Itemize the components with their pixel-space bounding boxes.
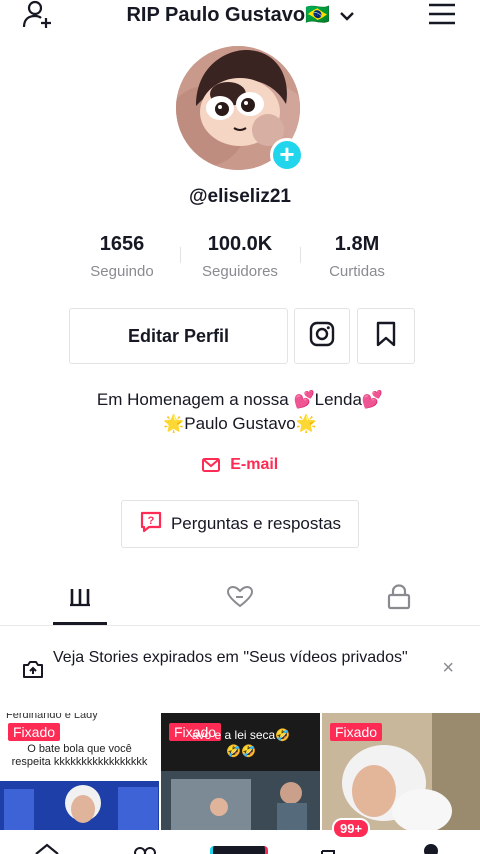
close-icon[interactable]: ×: [442, 657, 454, 680]
profile-avatar[interactable]: +: [176, 46, 304, 172]
bottom-navigation: 99+: [0, 818, 480, 854]
video-grid: Ferdinando e Lady Fixado O bate bola que…: [0, 713, 480, 831]
pinned-badge: Fixado: [330, 723, 383, 741]
stat-following[interactable]: 1656 Seguindo: [62, 233, 182, 280]
expired-stories-banner[interactable]: Veja Stories expirados em "Seus vídeos p…: [0, 627, 480, 711]
mail-icon: [201, 456, 230, 473]
banner-text: Veja Stories expirados em "Seus vídeos p…: [53, 649, 408, 666]
video-caption: avo e a lei seca🤣🤣🤣: [191, 728, 291, 758]
email-label: E-mail: [230, 456, 279, 473]
home-icon[interactable]: [34, 842, 60, 854]
stat-followers-value: 100.0K: [207, 233, 273, 255]
tab-videos[interactable]: [50, 574, 110, 624]
bio-line: Em Homenagem a nossa 💕Lenda💕: [96, 390, 384, 409]
stat-following-label: Seguindo: [90, 263, 154, 280]
page-title: RIP Paulo Gustavo🇧🇷: [126, 4, 330, 26]
email-link[interactable]: E-mail: [0, 456, 480, 474]
stat-likes[interactable]: 1.8M Curtidas: [297, 233, 417, 280]
top-bar: RIP Paulo Gustavo🇧🇷: [0, 0, 480, 30]
camera-upload-icon: [22, 659, 44, 684]
liked-heart-icon: [226, 585, 254, 614]
stat-likes-value: 1.8M: [334, 233, 380, 255]
inbox-badge: 99+: [332, 818, 371, 839]
grid-icon: [69, 587, 91, 612]
stat-followers[interactable]: 100.0K Seguidores: [180, 233, 300, 280]
inbox-icon[interactable]: [320, 846, 336, 854]
instagram-button[interactable]: [294, 308, 350, 364]
stat-followers-label: Seguidores: [202, 263, 278, 280]
hamburger-menu-icon[interactable]: [428, 3, 456, 25]
add-avatar-button[interactable]: +: [270, 138, 304, 172]
video-thumbnail[interactable]: Ferdinando e Lady Fixado O bate bola que…: [0, 713, 159, 831]
bookmark-icon: [375, 321, 397, 352]
tab-liked[interactable]: [210, 574, 270, 624]
instagram-icon: [309, 321, 335, 352]
bio-line: 🌟Paulo Gustavo🌟: [163, 414, 317, 433]
video-thumbnail[interactable]: Fixado: [322, 713, 480, 831]
qa-label: Perguntas e respostas: [170, 514, 342, 533]
favorites-button[interactable]: [357, 308, 415, 364]
friends-icon[interactable]: [130, 844, 160, 854]
video-top-caption: Ferdinando e Lady: [6, 713, 98, 721]
username: @eliseliz21: [189, 186, 291, 207]
video-thumbnail[interactable]: Fixado avo e a lei seca🤣🤣🤣: [161, 713, 320, 831]
account-switcher[interactable]: RIP Paulo Gustavo🇧🇷: [0, 2, 480, 27]
qa-button[interactable]: ? Perguntas e respostas: [121, 500, 359, 548]
video-caption: O bate bola que você respeita kkkkkkkkkk…: [11, 743, 148, 768]
stat-following-value: 1656: [99, 233, 145, 255]
lock-icon: [387, 583, 411, 615]
pinned-badge: Fixado: [8, 723, 61, 741]
profile-stats: 1656 Seguindo 100.0K Seguidores 1.8M Cur…: [0, 233, 480, 293]
profile-bio: Em Homenagem a nossa 💕Lenda💕 🌟Paulo Gust…: [0, 388, 480, 436]
profile-icon[interactable]: [424, 844, 438, 854]
question-icon: ?: [139, 510, 171, 539]
edit-profile-button[interactable]: Editar Perfil: [69, 308, 288, 364]
stat-likes-label: Curtidas: [329, 263, 385, 280]
create-icon[interactable]: [210, 846, 268, 854]
chevron-down-icon: [339, 4, 354, 27]
svg-text:?: ?: [148, 515, 155, 527]
tab-private[interactable]: [369, 574, 429, 624]
content-tabs: [0, 574, 480, 626]
active-tab-indicator: [53, 622, 107, 625]
